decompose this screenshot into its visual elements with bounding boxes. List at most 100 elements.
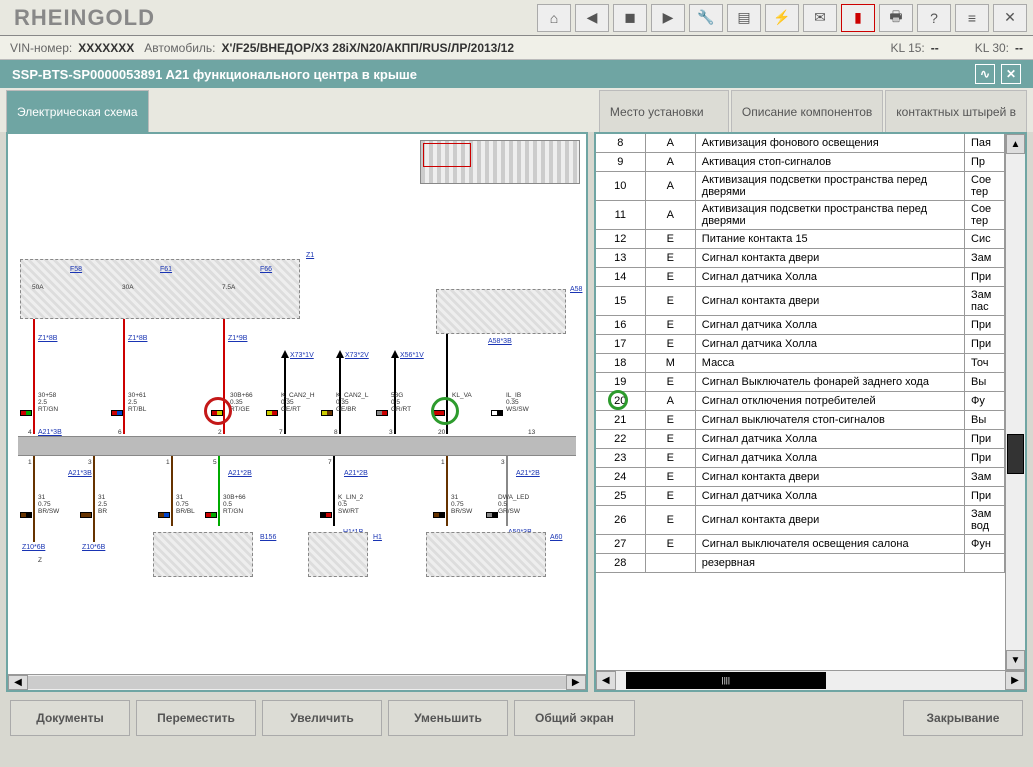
table-row[interactable]: 21EСигнал выключателя стоп-сигналовВы: [596, 411, 1005, 430]
table-row[interactable]: 28резервная: [596, 554, 1005, 573]
battery-icon[interactable]: ▮: [841, 4, 875, 32]
hscroll-thumb[interactable]: ||||: [626, 672, 826, 689]
conn-link[interactable]: H1: [373, 534, 382, 541]
diag-scroll-right[interactable]: ▶: [566, 675, 586, 690]
docs-button[interactable]: Документы: [10, 700, 130, 736]
oscilloscope-icon[interactable]: ∿: [975, 64, 995, 84]
close-page-icon[interactable]: ✕: [1001, 64, 1021, 84]
fuse-link[interactable]: F58: [70, 266, 82, 273]
table-row[interactable]: 25EСигнал датчика ХоллаПри: [596, 487, 1005, 506]
conn-link[interactable]: Z10*6B: [22, 544, 45, 551]
zoom-out-button[interactable]: Уменьшить: [388, 700, 508, 736]
table-row[interactable]: 9AАктивация стоп-сигналовПр: [596, 153, 1005, 172]
scroll-track[interactable]: [1006, 154, 1025, 650]
table-row[interactable]: 24EСигнал контакта двериЗам: [596, 468, 1005, 487]
link-z1[interactable]: Z1: [306, 252, 314, 259]
help-icon[interactable]: ?: [917, 4, 951, 32]
wire-label: 58G0.5GR/RT: [391, 392, 411, 413]
table-row[interactable]: 18MМассаТоч: [596, 354, 1005, 373]
diag-scroll-track[interactable]: [28, 675, 566, 690]
wrench-icon[interactable]: 🔧: [689, 4, 723, 32]
pin-table[interactable]: 8AАктивизация фонового освещенияПая9AАкт…: [596, 134, 1005, 670]
table-row[interactable]: 20AСигнал отключения потребителейФу: [596, 392, 1005, 411]
conn-link[interactable]: Z10*6B: [82, 544, 105, 551]
vscrollbar[interactable]: ▲ ▼: [1005, 134, 1025, 670]
hscroll-track[interactable]: ||||: [616, 671, 1005, 690]
table-row[interactable]: 11AАктивизация подсветки пространства пе…: [596, 201, 1005, 230]
home-icon[interactable]: ⌂: [537, 4, 571, 32]
conn-link[interactable]: A21*2B: [516, 470, 540, 477]
zoom-in-button[interactable]: Увеличить: [262, 700, 382, 736]
hscrollbar[interactable]: ◀ |||| ▶: [596, 670, 1025, 690]
tab-components[interactable]: Описание компонентов: [731, 90, 883, 132]
close-app-icon[interactable]: ✕: [993, 4, 1027, 32]
conn-link[interactable]: X56*1V: [400, 352, 424, 359]
pin-extra: Фун: [965, 535, 1005, 553]
conn-link[interactable]: Z1*9B: [228, 335, 247, 342]
minimap-viewport[interactable]: [423, 143, 471, 167]
conn-link[interactable]: A21*2B: [344, 470, 368, 477]
table-row[interactable]: 19EСигнал Выключатель фонарей заднего хо…: [596, 373, 1005, 392]
table-row[interactable]: 8AАктивизация фонового освещенияПая: [596, 134, 1005, 153]
pin-number: 12: [596, 230, 646, 248]
nav-back-icon[interactable]: ◀: [575, 4, 609, 32]
wire-color-chip: [376, 410, 388, 416]
conn-link[interactable]: A21*3B: [38, 429, 62, 436]
mail-icon[interactable]: ✉: [803, 4, 837, 32]
pin-description: Сигнал контакта двери: [696, 468, 965, 486]
pin-extra: Фу: [965, 392, 1005, 410]
pin-number: 10: [596, 172, 646, 200]
fuse-rating: 30A: [122, 284, 134, 291]
wire-label: 312.5BR: [98, 494, 107, 515]
conn-link[interactable]: A21*2B: [228, 470, 252, 477]
fuse-link[interactable]: F66: [260, 266, 272, 273]
table-row[interactable]: 14EСигнал датчика ХоллаПри: [596, 268, 1005, 287]
pin-type: E: [646, 335, 696, 353]
table-row[interactable]: 27EСигнал выключателя освещения салонаФу…: [596, 535, 1005, 554]
conn-link[interactable]: Z1*8B: [38, 335, 57, 342]
link-a58[interactable]: A58: [570, 286, 582, 293]
table-row[interactable]: 26EСигнал контакта двериЗам вод: [596, 506, 1005, 535]
tab-schematic[interactable]: Электрическая схема: [6, 90, 149, 132]
print-icon[interactable]: 🖶: [879, 4, 913, 32]
schematic-viewer[interactable]: Z1 F58 F61 F66 50A 30A 7.5A A58 A58*3B Z…: [6, 132, 588, 692]
fuse-link[interactable]: F61: [160, 266, 172, 273]
pin-type: A: [646, 172, 696, 200]
table-row[interactable]: 15EСигнал контакта двериЗам пас: [596, 287, 1005, 316]
conn-link[interactable]: X73*1V: [290, 352, 314, 359]
table-row[interactable]: 23EСигнал датчика ХоллаПри: [596, 449, 1005, 468]
modules-icon[interactable]: ▤: [727, 4, 761, 32]
conn-link[interactable]: A60: [550, 534, 562, 541]
scroll-up-icon[interactable]: ▲: [1006, 134, 1025, 154]
pin-type: E: [646, 535, 696, 553]
table-row[interactable]: 10AАктивизация подсветки пространства пе…: [596, 172, 1005, 201]
nav-fwd-icon[interactable]: ▶: [651, 4, 685, 32]
move-button[interactable]: Переместить: [136, 700, 256, 736]
table-row[interactable]: 17EСигнал датчика ХоллаПри: [596, 335, 1005, 354]
tab-pins[interactable]: контактных штырей в: [885, 90, 1027, 132]
settings-icon[interactable]: ≡: [955, 4, 989, 32]
close-button[interactable]: Закрывание: [903, 700, 1023, 736]
table-row[interactable]: 22EСигнал датчика ХоллаПри: [596, 430, 1005, 449]
pin-type: [646, 554, 696, 572]
conn-link[interactable]: A21*3B: [68, 470, 92, 477]
table-row[interactable]: 16EСигнал датчика ХоллаПри: [596, 316, 1005, 335]
scroll-thumb[interactable]: [1007, 434, 1024, 474]
link-a58-conn[interactable]: A58*3B: [488, 338, 512, 345]
conn-link[interactable]: X73*2V: [345, 352, 369, 359]
minimap[interactable]: [420, 140, 580, 184]
tab-location[interactable]: Место установки: [599, 90, 729, 132]
table-row[interactable]: 13EСигнал контакта двериЗам: [596, 249, 1005, 268]
table-row[interactable]: 12EПитание контакта 15Сис: [596, 230, 1005, 249]
scroll-right-icon[interactable]: ▶: [1005, 671, 1025, 690]
full-screen-button[interactable]: Общий экран: [514, 700, 635, 736]
conn-link[interactable]: Z1*8B: [128, 335, 147, 342]
pin-extra: Вы: [965, 411, 1005, 429]
diag-scroll-thumb[interactable]: [28, 676, 566, 689]
plug-icon[interactable]: ⚡: [765, 4, 799, 32]
diag-scroll-left[interactable]: ◀: [8, 675, 28, 690]
conn-link[interactable]: B156: [260, 534, 276, 541]
scroll-left-icon[interactable]: ◀: [596, 671, 616, 690]
nav-stop-icon[interactable]: ◼: [613, 4, 647, 32]
scroll-down-icon[interactable]: ▼: [1006, 650, 1025, 670]
